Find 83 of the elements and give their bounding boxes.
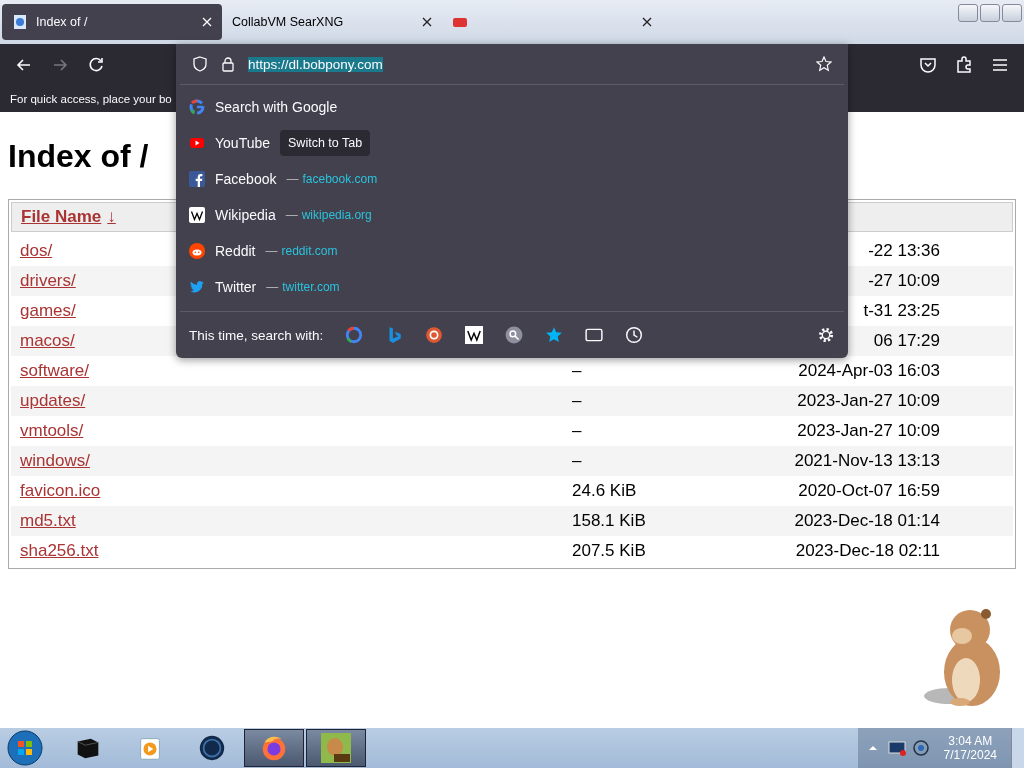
clock-time: 3:04 AM (948, 734, 993, 748)
google-icon[interactable] (345, 326, 364, 344)
column-header[interactable]: File Name (21, 207, 102, 227)
separator-dash: — (285, 208, 298, 222)
star-icon[interactable] (816, 56, 832, 72)
close-icon[interactable] (422, 17, 432, 27)
suggestion-title[interactable]: Twitter (215, 279, 257, 295)
tab-icon[interactable] (585, 326, 604, 344)
file-link[interactable]: sha256.txt (11, 541, 99, 560)
file-link[interactable]: games/ (11, 301, 76, 320)
suggestion-url[interactable]: twitter.com (282, 280, 340, 294)
search-icon[interactable] (505, 326, 524, 344)
table-cell-text: 24.6 KiB (571, 481, 637, 500)
facebook-icon (189, 171, 205, 187)
switch-tab-badge[interactable]: Switch to Tab (280, 130, 371, 156)
shield-icon[interactable] (192, 56, 208, 72)
suggestion-url[interactable]: reddit.com (281, 244, 338, 258)
table-cell-text: – (571, 391, 582, 410)
search-with-label: This time, search with: (189, 327, 324, 343)
lock-icon[interactable] (220, 56, 236, 72)
suggestion-title[interactable]: Reddit (215, 243, 256, 259)
separator-dash: — (286, 172, 299, 186)
table-cell-text: 207.5 KiB (571, 541, 646, 560)
table-cell: 2023-Jan-27 10:09 (797, 421, 940, 441)
bird-icon (189, 279, 205, 295)
table-cell-text: – (571, 451, 582, 470)
start-button[interactable] (6, 729, 44, 767)
suggestion-title[interactable]: YouTube (215, 135, 270, 151)
clock-icon[interactable] (625, 326, 644, 344)
separator-dash: — (265, 244, 278, 258)
google-icon (189, 99, 205, 115)
file-link[interactable]: dos/ (11, 241, 53, 260)
table-cell: -22 13:36 (868, 241, 940, 261)
file-link[interactable]: drivers/ (11, 271, 76, 290)
page-heading: Index of / (8, 138, 149, 175)
globe-icon[interactable] (197, 733, 227, 763)
settings-icon[interactable] (817, 326, 835, 344)
puzzle-icon[interactable] (954, 55, 974, 75)
taskbar-button[interactable] (306, 729, 366, 767)
file-link[interactable]: updates/ (11, 391, 86, 410)
suggestion-title[interactable]: Wikipedia (215, 207, 276, 223)
pocket-icon[interactable] (918, 55, 938, 75)
suggestion-title[interactable]: Facebook (215, 171, 277, 187)
wikipedia-icon[interactable] (465, 326, 484, 344)
separator-dash: — (266, 280, 279, 294)
suggestion-url[interactable]: facebook.com (302, 172, 378, 186)
table-cell: 2023-Dec-18 02:11 (795, 541, 940, 561)
table-cell-text: – (571, 421, 582, 440)
close-icon[interactable] (642, 17, 652, 27)
restore-button[interactable] (980, 4, 1000, 22)
table-cell: 2020-Oct-07 16:59 (798, 481, 940, 501)
wikipedia-icon (189, 207, 205, 223)
taskbar-button[interactable] (244, 729, 304, 767)
reddit-icon (189, 243, 205, 259)
file-link[interactable]: vmtools/ (11, 421, 84, 440)
table-cell: -27 10:09 (868, 271, 940, 291)
file-link[interactable]: md5.txt (11, 511, 76, 530)
suggestion-url[interactable]: wikipedia.org (301, 208, 372, 222)
table-cell: 2023-Dec-18 01:14 (794, 511, 940, 531)
table-cell-text: 158.1 KiB (571, 511, 646, 530)
browser-tab[interactable]: Index of / (2, 4, 222, 40)
close-button[interactable] (1002, 4, 1022, 22)
table-cell: 06 17:29 (873, 331, 940, 351)
table-cell: 2024-Apr-03 16:03 (798, 361, 940, 381)
file-link[interactable]: software/ (11, 361, 89, 380)
monitor-icon[interactable] (887, 739, 906, 757)
bookmarks-hint: For quick access, place your bo (10, 93, 172, 105)
star-icon[interactable] (545, 326, 564, 344)
table-cell-text: – (571, 361, 582, 380)
minimize-button[interactable] (958, 4, 978, 22)
sort-arrow[interactable]: ↓ (107, 207, 116, 227)
play-icon (189, 135, 205, 151)
browser-tab[interactable]: CollabVM SearXNG (222, 4, 442, 40)
file-link[interactable]: windows/ (11, 451, 90, 470)
clock-date: 7/17/2024 (943, 748, 997, 762)
table-cell: 2023-Jan-27 10:09 (797, 391, 940, 411)
table-cell: 2021-Nov-13 13:13 (794, 451, 940, 471)
file-link[interactable]: favicon.ico (11, 481, 101, 500)
page-icon (12, 14, 28, 30)
suggestion-title[interactable]: Search with Google (215, 99, 338, 115)
url-field[interactable]: https://dl.bobpony.com (248, 56, 383, 72)
file-link[interactable]: macos/ (11, 331, 75, 350)
table-cell: t-31 23:25 (863, 301, 940, 321)
